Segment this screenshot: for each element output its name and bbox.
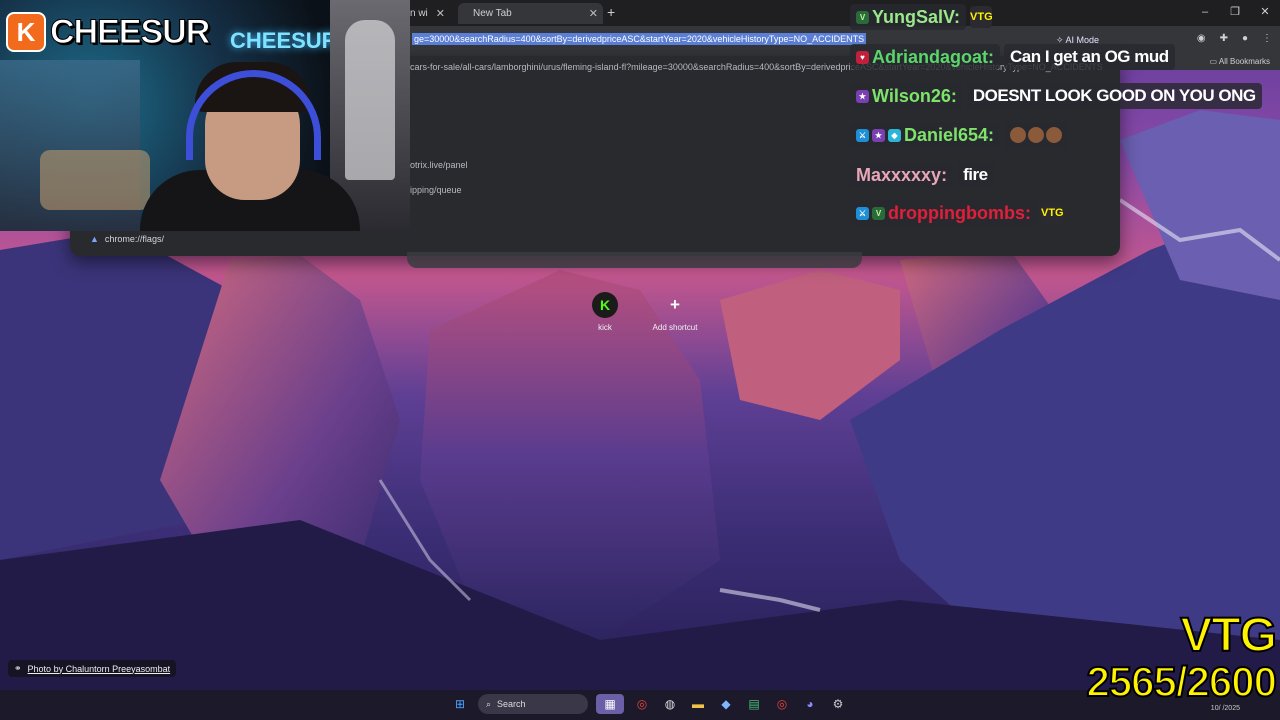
chat-user: V YungSalV: [850,4,967,30]
gear-icon[interactable]: ⚙ [828,694,848,714]
chat-message: ★ Wilson26: DOESNT LOOK GOOD ON YOU ONG [850,82,1262,110]
clock-date: 10/ /2025 [1210,705,1240,712]
neon-sign: CHEESUR [230,28,338,53]
ghost-figure [345,20,395,180]
document-icon[interactable]: ▤ [744,694,764,714]
photo-credit-link[interactable]: ⚭ Photo by Chaluntorn Preeyasombat [8,660,177,677]
window-controls: – ❐ ✕ [1190,0,1280,26]
suggestion-item[interactable]: ipping/queue [410,185,462,195]
link-icon: ⚭ [14,663,22,673]
windows-start-icon[interactable]: ⊞ [450,694,470,714]
chat-text: DOESNT LOOK GOOD ON YOU ONG [966,83,1262,109]
tab-new-tab[interactable]: New Tab ✕ [458,3,603,24]
chat-emotes [1004,122,1069,148]
folder-icon: ▭ [1209,57,1219,66]
extension-icon[interactable]: ◉ [1197,33,1206,44]
chrome-alt-icon[interactable]: ◎ [772,694,792,714]
shortcut-label: Add shortcut [652,323,698,332]
chat-username: Wilson26: [872,85,957,106]
widget-icon[interactable]: ▦ [596,694,624,714]
face-emote-icon [1010,127,1027,143]
discord-icon[interactable]: ◕ [800,694,820,714]
chat-username: Maxxxxxy: [856,164,948,185]
close-window-button[interactable]: ✕ [1250,0,1280,26]
chat-username: Daniel654: [904,124,995,145]
ntp-search-box[interactable] [407,252,862,268]
counter-label: VTG [1179,609,1278,662]
obs-icon[interactable]: ◍ [660,694,680,714]
toolbar-icons: ◉ ✚ ● ⋮ [1197,33,1272,44]
chat-message: ♥ Adriandagoat: Can I get an OG mud [850,43,1175,71]
kick-icon: K [592,292,618,318]
all-bookmarks-label: All Bookmarks [1218,57,1270,66]
webcam-feed: CHEESUR K CHEESUR [0,0,410,231]
steam-icon[interactable]: ◆ [716,694,736,714]
puzzle-icon[interactable]: ✚ [1220,33,1228,44]
chat-user: Maxxxxxy: [850,162,954,188]
close-icon[interactable]: ✕ [589,7,598,20]
suggestion-label: chrome://flags/ [104,234,164,244]
face-emote-icon [1046,127,1063,143]
vtg-badge-icon: V [856,10,869,24]
chat-message: ⚔ ★ ◆ Daniel654: [850,121,1069,149]
vtg-emote-icon: VTG [1040,202,1064,224]
chat-username: YungSalV: [872,6,961,27]
shelf-decor [40,150,150,210]
sub-goal-counter: VTG 2565/2600 [1085,609,1278,705]
browser-tab-strip: n wi ✕ New Tab ✕ + – ❐ ✕ [410,0,1280,26]
vtg-emote-icon: VTG [970,6,993,28]
chat-username: droppingbombs: [888,202,1031,223]
search-icon: ⌕ [486,698,492,709]
logo-badge-icon: K [6,12,46,52]
minimize-button[interactable]: – [1190,0,1220,26]
profile-avatar-icon[interactable]: ● [1242,33,1248,44]
chat-username: Adriandagoat: [872,46,995,67]
chat-message: V YungSalV: VTG [850,3,993,31]
counter-value: 2565/2600 [1085,658,1278,705]
chat-user: ⚔ ★ ◆ Daniel654: [850,122,1001,148]
tab-previous[interactable]: n wi ✕ [410,3,450,24]
face-emote-icon [1028,127,1045,143]
address-bar-input[interactable]: ge=30000&searchRadius=400&sortBy=derived… [412,33,867,45]
flask-icon: ▲ [90,234,99,244]
taskbar-search-label: Search [497,699,526,709]
sub-badge-icon: ★ [856,89,869,103]
chat-text: Can I get an OG mud [1004,44,1175,70]
taskbar-search-box[interactable]: ⌕ Search [478,694,588,714]
chat-user: ⚔ V droppingbombs: [850,200,1037,226]
chat-user: ★ Wilson26: [850,83,963,109]
shortcut-add[interactable]: + Add shortcut [640,292,710,332]
menu-icon[interactable]: ⋮ [1262,33,1272,44]
close-icon[interactable]: ✕ [436,7,445,20]
tab-label: New Tab [473,8,512,19]
new-tab-plus-icon[interactable]: + [607,4,615,20]
sub-badge-icon: ★ [872,128,885,142]
maximize-button[interactable]: ❐ [1220,0,1250,26]
chat-message: Maxxxxxy: fire [850,161,994,189]
shortcut-kick[interactable]: K kick [570,292,640,332]
vtg-badge-icon: V [872,206,885,220]
chat-user: ♥ Adriandagoat: [850,44,1001,70]
photo-credit-label: Photo by Chaluntorn Preeyasombat [27,663,171,674]
channel-logo: K CHEESUR [6,12,211,52]
tab-label: n wi [410,8,428,19]
sword-badge-icon: ⚔ [856,206,869,220]
plus-icon: + [670,295,680,314]
suggestion-item[interactable]: otrix.live/panel [410,160,468,170]
chrome-icon[interactable]: ◎ [632,694,652,714]
folder-icon[interactable]: ▬ [688,694,708,714]
heart-badge-icon: ♥ [856,50,869,64]
chat-message: ⚔ V droppingbombs: VTG [850,199,1064,227]
gem-badge-icon: ◆ [888,128,901,142]
all-bookmarks-button[interactable]: ▭ All Bookmarks [1210,57,1270,66]
sword-badge-icon: ⚔ [856,128,869,142]
logo-text: CHEESUR [49,12,210,51]
suggestion-item-flags[interactable]: ▲ chrome://flags/ [90,234,164,244]
shortcut-label: kick [598,323,612,332]
chat-text: fire [957,162,994,188]
